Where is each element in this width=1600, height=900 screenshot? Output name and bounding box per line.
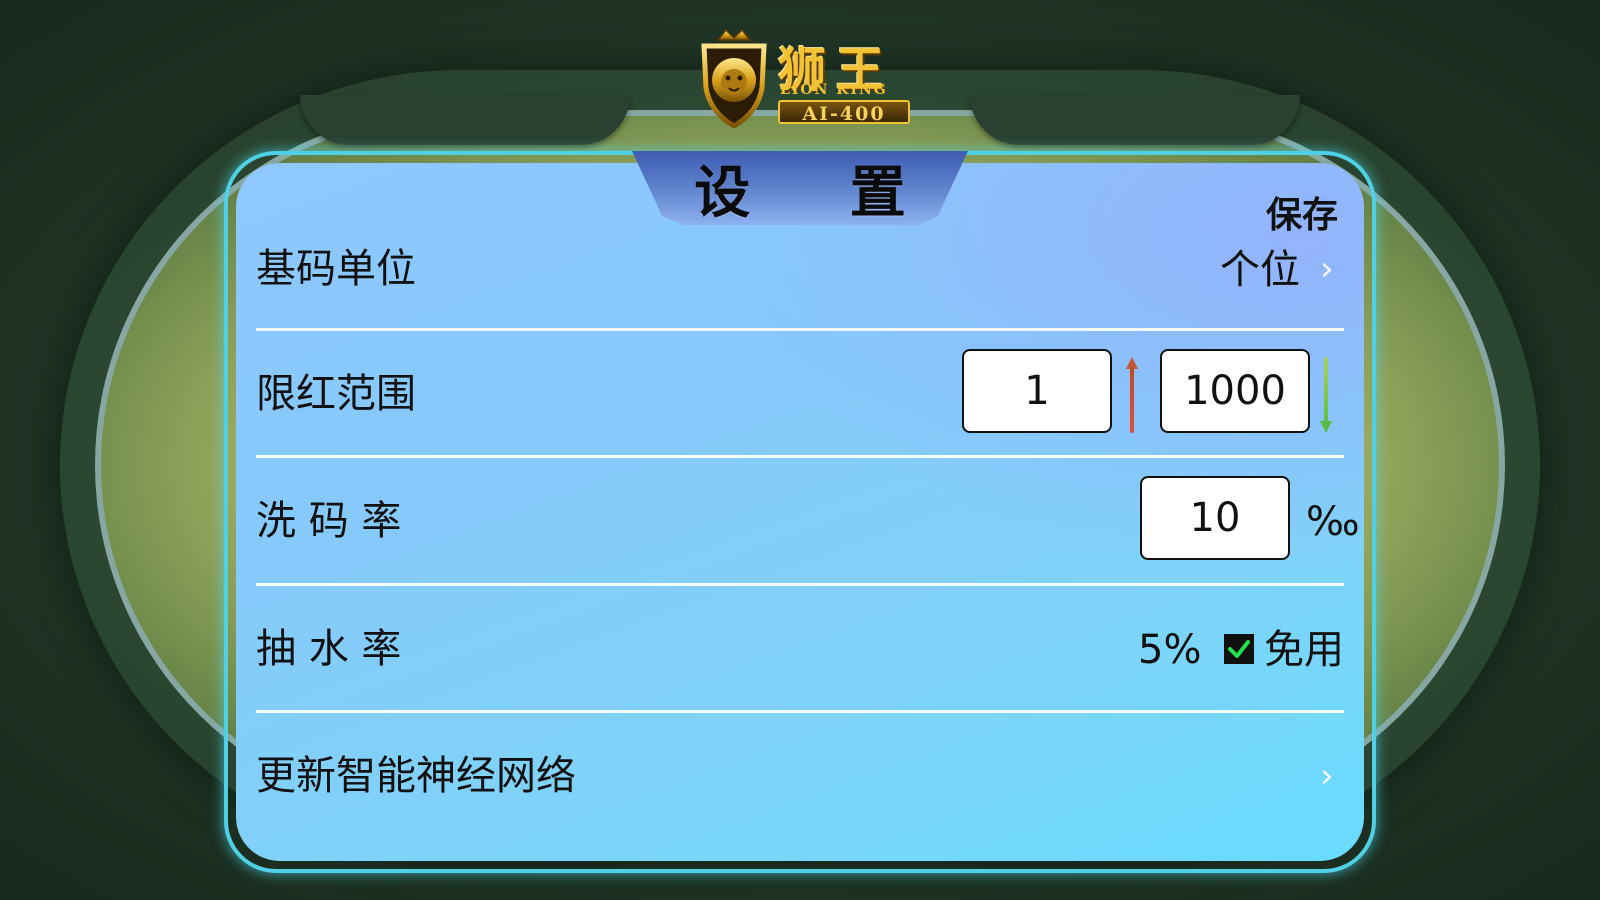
update-network-label: 更新智能神经网络: [256, 753, 576, 799]
waive-label[interactable]: 免用: [1264, 630, 1344, 670]
logo-title-en: LION KING: [780, 82, 888, 98]
arrow-down-shaft: [1324, 357, 1328, 423]
chip-unit-value: 个位: [1220, 247, 1300, 293]
commission-rate-value: 5%: [1138, 627, 1202, 673]
table-ledge-right: [970, 95, 1300, 145]
check-icon: [1228, 640, 1250, 658]
lion-crest-icon: [701, 28, 767, 128]
bet-limit-label: 限红范围: [256, 371, 416, 417]
table-ledge-left: [300, 95, 630, 145]
setting-row-rebate-rate: 洗 码 率 10 ‰: [256, 458, 1360, 584]
arrow-down-icon: [1320, 421, 1332, 433]
setting-row-commission-rate: 抽 水 率 5% 免用: [256, 586, 1344, 712]
bet-limit-max-input[interactable]: 1000: [1160, 349, 1310, 433]
rebate-rate-input[interactable]: 10: [1140, 476, 1290, 560]
rebate-rate-unit: ‰: [1306, 499, 1360, 545]
waive-checkbox[interactable]: [1224, 634, 1254, 664]
chevron-right-icon[interactable]: ›: [1320, 759, 1334, 793]
arrow-up-shaft: [1130, 367, 1134, 433]
bet-limit-min-input[interactable]: 1: [962, 349, 1112, 433]
chevron-right-icon[interactable]: ›: [1320, 252, 1334, 286]
commission-rate-label: 抽 水 率: [256, 626, 402, 672]
lion-king-logo: 狮王 LION KING AI-400: [698, 28, 918, 128]
logo-model-badge: AI-400: [778, 100, 910, 125]
chip-unit-label: 基码单位: [256, 246, 416, 292]
setting-row-chip-unit[interactable]: 基码单位 个位 ›: [256, 206, 1344, 332]
app-screen: 狮王 LION KING AI-400 设 置 保存 基码单位 个位 › 限红范…: [0, 0, 1600, 900]
setting-row-update-network[interactable]: 更新智能神经网络 ›: [256, 713, 1344, 839]
rebate-rate-label: 洗 码 率: [256, 498, 402, 544]
setting-row-bet-limit: 限红范围 1 1000: [256, 331, 1344, 457]
